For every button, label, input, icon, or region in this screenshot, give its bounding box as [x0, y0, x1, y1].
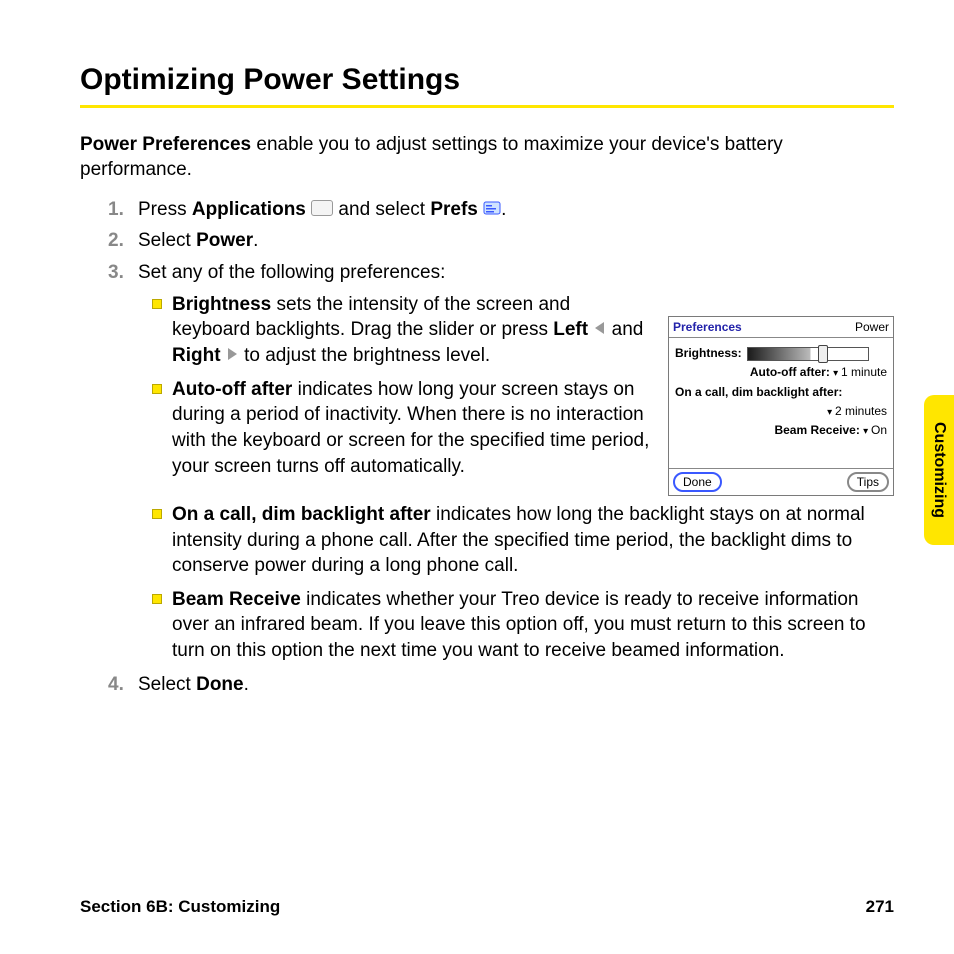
brightness-right: Right: [172, 345, 221, 366]
page-title: Optimizing Power Settings: [80, 60, 894, 101]
intro-lead: Power Preferences: [80, 134, 251, 155]
bullet-autooff: Auto-off after indicates how long your s…: [172, 377, 650, 480]
step2-post: .: [253, 230, 258, 251]
screenshot-oncall-label: On a call, dim backlight after:: [675, 385, 842, 399]
step-2: Select Power.: [138, 228, 894, 254]
oncall-term: On a call, dim backlight after: [172, 504, 431, 525]
step2-pre: Select: [138, 230, 196, 251]
brightness-t3: to adjust the brightness level.: [239, 345, 490, 366]
screenshot-autooff-label: Auto-off after:: [750, 365, 830, 379]
screenshot-done-button: Done: [673, 472, 722, 492]
autooff-term: Auto-off after: [172, 379, 292, 400]
brightness-left: Left: [553, 319, 588, 340]
footer-section: Section 6B: Customizing: [80, 896, 280, 919]
screenshot-brightness-label: Brightness:: [675, 346, 742, 360]
step1-prefs: Prefs: [430, 199, 478, 220]
side-tab-label: Customizing: [928, 422, 950, 518]
footer-page: 271: [866, 896, 894, 919]
step1-post: .: [501, 199, 506, 220]
intro-paragraph: Power Preferences enable you to adjust s…: [80, 132, 894, 183]
bullet-beam: Beam Receive indicates whether your Treo…: [172, 587, 894, 664]
step1-mid: and select: [333, 199, 430, 220]
title-rule: [80, 105, 894, 108]
page-footer: Section 6B: Customizing 271: [80, 896, 894, 919]
screenshot-oncall-row: On a call, dim backlight after:: [675, 384, 887, 400]
bullet-oncall: On a call, dim backlight after indicates…: [172, 502, 894, 579]
step4-post: .: [244, 674, 249, 695]
step4-pre: Select: [138, 674, 196, 695]
left-arrow-icon: [595, 322, 604, 334]
brightness-slider: [747, 347, 869, 361]
step2-power: Power: [196, 230, 253, 251]
applications-key-icon: [311, 200, 333, 216]
step4-done: Done: [196, 674, 244, 695]
screenshot-beam-label: Beam Receive:: [774, 423, 859, 437]
step-1: Press Applications and select Prefs .: [138, 197, 894, 223]
screenshot-brightness-row: Brightness:: [675, 345, 887, 361]
brightness-term: Brightness: [172, 294, 271, 315]
bullet-brightness: Brightness sets the intensity of the scr…: [172, 292, 650, 369]
step1-pre: Press: [138, 199, 192, 220]
brightness-t2: and: [606, 319, 643, 340]
screenshot-title: Preferences: [673, 319, 742, 335]
step1-applications: Applications: [192, 199, 306, 220]
screenshot-oncall-value: 2 minutes: [827, 404, 887, 418]
screenshot-oncall-value-row: 2 minutes: [675, 403, 887, 420]
prefs-icon: [483, 201, 501, 215]
screenshot-beam-row: Beam Receive: On: [675, 422, 887, 439]
screenshot-titlebar: Preferences Power: [669, 317, 893, 338]
screenshot-autooff-row: Auto-off after: 1 minute: [675, 364, 887, 381]
screenshot-beam-value: On: [863, 423, 887, 437]
step-4: Select Done.: [138, 672, 894, 698]
screenshot-category: Power: [855, 319, 889, 335]
screenshot-tips-button: Tips: [847, 472, 889, 492]
beam-term: Beam Receive: [172, 589, 301, 610]
step-3: Set any of the following preferences: Br…: [138, 260, 894, 664]
step3-lead: Set any of the following preferences:: [138, 262, 445, 283]
right-arrow-icon: [228, 348, 237, 360]
screenshot-autooff-value: 1 minute: [833, 365, 887, 379]
device-screenshot: Preferences Power Brightness: Auto-off a…: [668, 316, 894, 496]
side-tab: Customizing: [924, 395, 954, 545]
